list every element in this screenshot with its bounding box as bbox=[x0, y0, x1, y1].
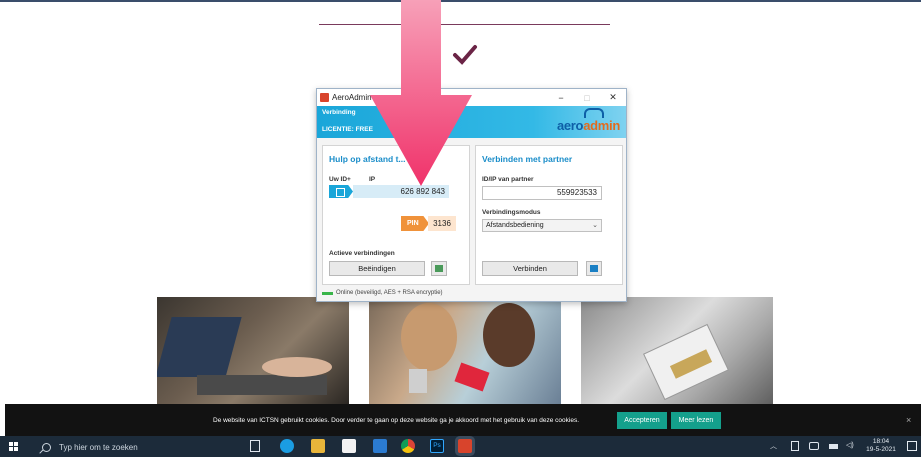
notification-icon[interactable] bbox=[907, 441, 917, 451]
maximize-button[interactable]: □ bbox=[574, 93, 600, 103]
clock-time: 18:04 bbox=[872, 438, 890, 445]
arrow-down-icon bbox=[370, 0, 472, 186]
logo-text-aero: aero bbox=[556, 118, 584, 133]
network-cable-illustration bbox=[643, 323, 729, 401]
photo-laptop bbox=[157, 297, 349, 405]
taskbar-clock[interactable]: 18:04 19-5-2021 bbox=[864, 438, 898, 454]
connect-partner-title: Verbinden met partner bbox=[482, 154, 573, 164]
chrome-icon[interactable] bbox=[401, 439, 415, 453]
end-button[interactable]: Beëindigen bbox=[329, 261, 425, 276]
close-button[interactable]: ✕ bbox=[600, 92, 626, 103]
partner-id-label: ID/IP van partner bbox=[482, 176, 534, 183]
connection-mode-select[interactable]: Afstandsbediening ⌄ bbox=[482, 219, 602, 232]
logo-house-icon bbox=[584, 108, 604, 118]
connection-mode-label: Verbindingsmodus bbox=[482, 209, 541, 216]
image-icon bbox=[435, 265, 443, 272]
online-indicator bbox=[322, 291, 333, 295]
accept-cookies-button[interactable]: Accepteren bbox=[617, 412, 667, 429]
chevron-down-icon: ⌄ bbox=[592, 222, 598, 229]
photoshop-label: Ps bbox=[433, 442, 441, 449]
partner-id-input[interactable]: 559923533 bbox=[482, 186, 602, 200]
screenshot-button[interactable] bbox=[431, 261, 447, 276]
address-book-icon bbox=[590, 265, 598, 272]
connection-mode-value: Afstandsbediening bbox=[486, 222, 544, 229]
pin-label: PIN bbox=[401, 216, 429, 231]
photo-phones bbox=[369, 297, 561, 405]
id-label: Uw ID+ bbox=[329, 176, 351, 183]
connection-label: Verbinding bbox=[322, 109, 356, 116]
active-connections-label: Actieve verbindingen bbox=[329, 250, 395, 257]
connect-button[interactable]: Verbinden bbox=[482, 261, 578, 276]
search-icon bbox=[42, 442, 51, 452]
minimize-button[interactable]: − bbox=[548, 93, 574, 103]
edge-icon[interactable] bbox=[280, 439, 294, 453]
tablet-icon[interactable] bbox=[791, 441, 799, 451]
address-book-button[interactable] bbox=[586, 261, 602, 276]
people-phones-illustration bbox=[401, 303, 535, 393]
read-more-button[interactable]: Meer lezen bbox=[671, 412, 721, 429]
aeroadmin-logo: aeroadmin bbox=[557, 118, 620, 133]
license-label: LICENTIE: FREE bbox=[322, 126, 373, 133]
file-explorer-icon[interactable] bbox=[311, 439, 325, 453]
taskbar: Typ hier om te zoeken Ps ︿ ◁) 18:04 19-5… bbox=[0, 436, 921, 457]
volume-icon[interactable]: ◁) bbox=[846, 441, 854, 449]
pin-value: 3136 bbox=[428, 216, 456, 231]
photoshop-icon[interactable]: Ps bbox=[430, 439, 444, 453]
chevron-up-icon[interactable]: ︿ bbox=[770, 441, 777, 451]
logo-text-admin: admin bbox=[583, 118, 620, 133]
connect-partner-panel: Verbinden met partner ID/IP van partner … bbox=[475, 145, 623, 285]
id-card-icon bbox=[329, 185, 353, 198]
cookie-text: De website van ICTSN gebruikt cookies. D… bbox=[213, 417, 580, 424]
mail-icon[interactable] bbox=[373, 439, 387, 453]
taskbar-search-box[interactable]: Typ hier om te zoeken bbox=[36, 438, 236, 456]
status-bar: Online (beveiligd, AES + RSA encryptie) bbox=[322, 290, 443, 296]
search-placeholder: Typ hier om te zoeken bbox=[59, 442, 138, 452]
windows-start-icon[interactable] bbox=[9, 442, 19, 452]
photo-cable bbox=[581, 297, 773, 405]
laptop-illustration bbox=[157, 317, 332, 395]
aeroadmin-icon[interactable] bbox=[458, 439, 472, 453]
cookie-bar: De website van ICTSN gebruikt cookies. D… bbox=[5, 404, 921, 436]
battery-icon[interactable] bbox=[829, 444, 838, 449]
network-icon[interactable] bbox=[809, 442, 819, 450]
task-view-icon[interactable] bbox=[250, 440, 260, 452]
clock-date: 19-5-2021 bbox=[866, 446, 896, 453]
aeroadmin-app-icon bbox=[320, 93, 329, 102]
status-text: Online (beveiligd, AES + RSA encryptie) bbox=[336, 290, 443, 296]
close-icon[interactable]: × bbox=[906, 415, 911, 425]
desktop-screen: AeroAdmin − □ ✕ Verbinding LICENTIE: FRE… bbox=[0, 0, 921, 457]
store-icon[interactable] bbox=[342, 439, 356, 453]
